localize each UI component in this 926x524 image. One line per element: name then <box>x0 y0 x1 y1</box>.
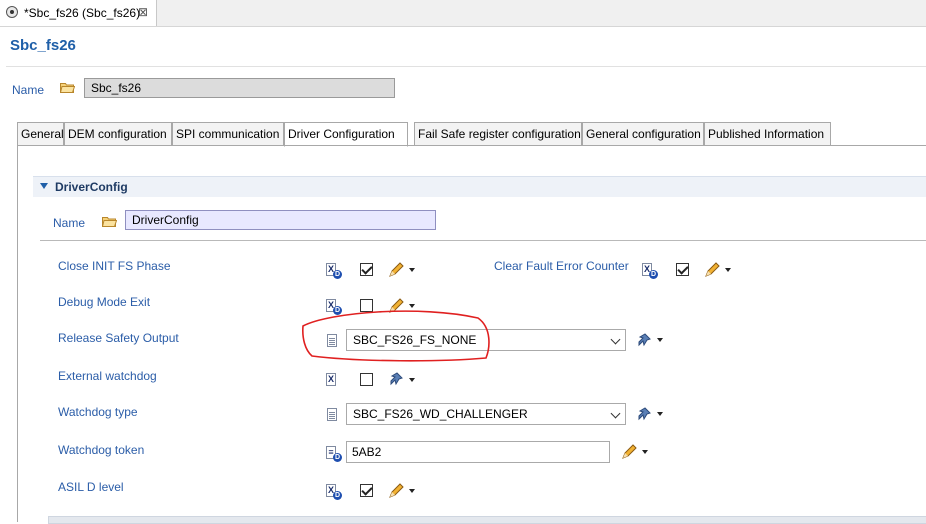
dropdown-caret-icon[interactable] <box>642 450 648 454</box>
chevron-down-icon <box>610 334 621 345</box>
doc-icon <box>327 334 337 347</box>
editor-tab[interactable]: *Sbc_fs26 (Sbc_fs26) ⊠ <box>0 0 157 26</box>
release-safety-output-select[interactable]: SBC_FS26_FS_NONE <box>346 329 626 351</box>
asil-d-level-label: ASIL D level <box>58 480 124 494</box>
pencil-icon[interactable] <box>704 262 720 278</box>
pencil-icon[interactable] <box>621 444 637 460</box>
chevron-down-icon <box>610 408 621 419</box>
doc-icon <box>327 408 337 421</box>
section-name-field[interactable]: DriverConfig <box>125 210 436 230</box>
external-watchdog-label: External watchdog <box>58 369 157 383</box>
asil-d-level-checkbox[interactable] <box>360 484 373 497</box>
xd-icon: XD <box>326 299 342 315</box>
tab-general[interactable]: General <box>17 122 64 145</box>
name-field[interactable]: Sbc_fs26 <box>84 78 395 98</box>
section-name-label: Name <box>53 216 86 230</box>
release-safety-output-label: Release Safety Output <box>58 331 179 345</box>
watchdog-token-field[interactable]: 5AB2 <box>346 441 610 463</box>
pencil-icon[interactable] <box>388 483 404 499</box>
xd-icon: XD <box>642 263 658 279</box>
xd-icon: XD <box>326 484 342 500</box>
editor-tab-label: *Sbc_fs26 (Sbc_fs26) <box>24 6 141 20</box>
dropdown-caret-icon[interactable] <box>657 338 663 342</box>
dropdown-caret-icon[interactable] <box>657 412 663 416</box>
tab-published-information[interactable]: Published Information <box>704 122 831 145</box>
collapse-triangle-icon[interactable] <box>40 183 48 189</box>
link-icon[interactable] <box>636 332 652 348</box>
tab-fail-safe-register-configuration[interactable]: Fail Safe register configuration <box>414 122 582 145</box>
dropdown-caret-icon[interactable] <box>409 378 415 382</box>
watchdog-type-value: SBC_FS26_WD_CHALLENGER <box>353 407 528 421</box>
tab-dem-configuration[interactable]: DEM configuration <box>64 122 172 145</box>
folder-icon <box>60 83 75 93</box>
release-safety-output-value: SBC_FS26_FS_NONE <box>353 333 477 347</box>
watchdog-type-label: Watchdog type <box>58 405 138 419</box>
debug-mode-exit-label: Debug Mode Exit <box>58 295 151 309</box>
doc-d-icon: ≡ D <box>326 446 342 462</box>
horizontal-scrollbar[interactable] <box>48 516 926 524</box>
tab-driver-configuration[interactable]: Driver Configuration <box>284 122 408 147</box>
name-label: Name <box>12 83 45 97</box>
watchdog-token-label: Watchdog token <box>58 443 145 457</box>
watchdog-type-select[interactable]: SBC_FS26_WD_CHALLENGER <box>346 403 626 425</box>
link-icon[interactable] <box>388 371 404 387</box>
close-init-fs-phase-checkbox[interactable] <box>360 263 373 276</box>
tab-general-configuration[interactable]: General configuration <box>582 122 704 145</box>
section-header[interactable]: DriverConfig <box>33 176 926 197</box>
title-divider <box>6 66 926 67</box>
debug-mode-exit-checkbox[interactable] <box>360 299 373 312</box>
clear-fault-error-counter-checkbox[interactable] <box>676 263 689 276</box>
page-title: Sbc_fs26 <box>10 37 76 54</box>
xd-icon: XD <box>326 263 342 279</box>
external-watchdog-checkbox[interactable] <box>360 373 373 386</box>
dropdown-caret-icon[interactable] <box>725 268 731 272</box>
close-icon[interactable]: ⊠ <box>138 5 148 19</box>
close-init-fs-phase-label: Close INIT FS Phase <box>58 259 171 273</box>
tab-spi-communication[interactable]: SPI communication <box>172 122 284 145</box>
link-icon[interactable] <box>636 406 652 422</box>
dropdown-caret-icon[interactable] <box>409 304 415 308</box>
section-title: DriverConfig <box>55 180 128 194</box>
x-icon: X <box>326 373 336 386</box>
pencil-icon[interactable] <box>388 298 404 314</box>
dropdown-caret-icon[interactable] <box>409 268 415 272</box>
editor-file-icon <box>6 6 18 18</box>
dropdown-caret-icon[interactable] <box>409 489 415 493</box>
section-divider <box>40 240 926 241</box>
pencil-icon[interactable] <box>388 262 404 278</box>
clear-fault-error-counter-label: Clear Fault Error Counter <box>494 259 629 273</box>
folder-icon <box>102 217 117 227</box>
